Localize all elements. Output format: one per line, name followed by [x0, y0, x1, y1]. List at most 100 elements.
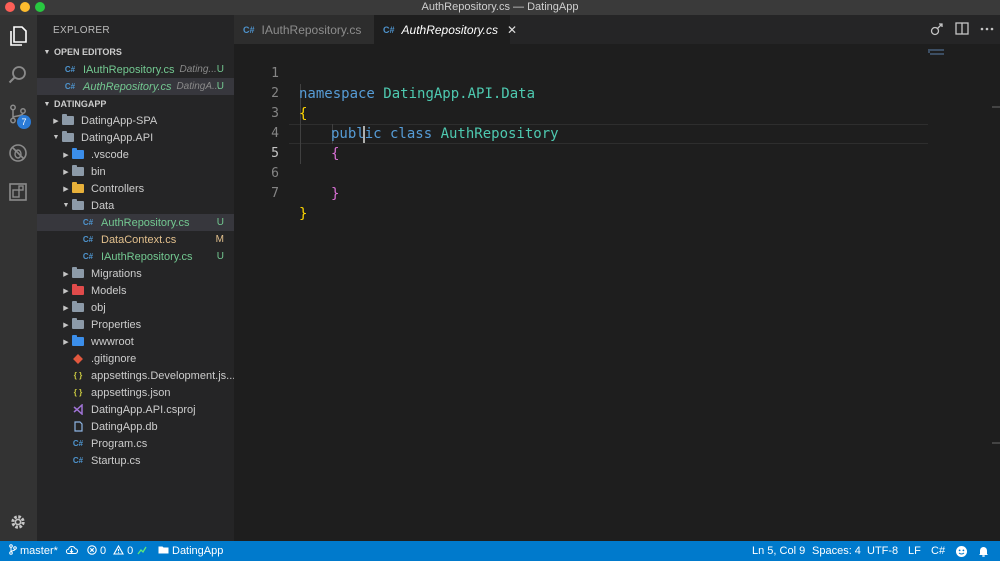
code-line: 5: [234, 124, 928, 161]
editor-scrollbar[interactable]: [990, 44, 1000, 541]
brace-token: }: [299, 206, 308, 222]
modified-badge: M: [215, 234, 224, 245]
notifications-bell-icon[interactable]: [978, 541, 989, 561]
chevron-right-icon: ▶: [63, 338, 69, 346]
open-editors-header[interactable]: ▼ OPEN EDITORS: [37, 44, 234, 60]
eol-selector[interactable]: LF: [908, 541, 921, 561]
untracked-badge: U: [216, 81, 224, 92]
pulse-icon: [137, 545, 147, 558]
feedback-icon[interactable]: [955, 541, 968, 561]
json-icon: { }: [73, 371, 83, 380]
folder-icon: [71, 165, 85, 178]
folder-icon: [61, 114, 75, 127]
error-icon: [87, 544, 97, 558]
line-number: 7: [271, 186, 279, 201]
untracked-badge: U: [216, 217, 224, 228]
wwwroot-folder-icon: [71, 335, 85, 348]
search-icon[interactable]: [7, 64, 29, 86]
csharp-file-icon: C#: [64, 65, 76, 74]
cloud-sync-icon: [65, 545, 78, 558]
models-folder-icon: [71, 284, 85, 297]
explorer-sidebar: EXPLORER ▼ OPEN EDITORS C# IAuthReposito…: [37, 15, 234, 541]
extensions-icon[interactable]: [7, 181, 29, 203]
untracked-badge: U: [216, 64, 224, 75]
tree-file-iauthrepository[interactable]: C# IAuthRepository.cs U: [37, 248, 234, 265]
tree-folder-data[interactable]: ▼ Data: [37, 197, 234, 214]
tree-file-authrepository[interactable]: C# AuthRepository.cs U: [37, 214, 234, 231]
tree-folder-models[interactable]: ▶ Models: [37, 282, 234, 299]
minimap[interactable]: [928, 44, 952, 55]
encoding-selector[interactable]: UTF-8: [867, 541, 898, 561]
chevron-right-icon: ▶: [63, 185, 69, 193]
tree-file-appsettings[interactable]: { } appsettings.json: [37, 384, 234, 401]
folder-icon: [71, 267, 85, 280]
chevron-right-icon: ▶: [63, 287, 69, 295]
activity-bar: 7: [0, 15, 37, 541]
tab-authrepository[interactable]: C# AuthRepository.cs ✕: [374, 15, 517, 44]
chevron-down-icon: ▼: [43, 48, 51, 56]
open-editor-item[interactable]: C# AuthRepository.cs DatingA... U: [37, 78, 234, 95]
folder-icon: [71, 301, 85, 314]
controllers-folder-icon: [71, 182, 85, 195]
csharp-file-icon: C#: [64, 82, 76, 91]
chevron-right-icon: ▶: [63, 270, 69, 278]
code-line: 7 }: [234, 164, 928, 222]
tree-file-program[interactable]: C# Program.cs: [37, 435, 234, 452]
git-branch-icon: [9, 544, 17, 558]
chevron-right-icon: ▶: [63, 151, 69, 159]
split-editor-icon[interactable]: [954, 21, 969, 36]
chevron-down-icon: ▼: [62, 202, 70, 209]
activity-indicator[interactable]: [137, 541, 147, 561]
open-editor-item[interactable]: C# IAuthRepository.cs Dating... U: [37, 61, 234, 78]
folder-icon: [71, 318, 85, 331]
open-changes-icon[interactable]: [929, 21, 944, 36]
gear-icon[interactable]: [7, 511, 29, 533]
tree-folder-controllers[interactable]: ▶ Controllers: [37, 180, 234, 197]
cursor-position[interactable]: Ln 5, Col 9: [752, 541, 805, 561]
tree-folder-bin[interactable]: ▶ bin: [37, 163, 234, 180]
csharp-file-icon: C#: [82, 218, 94, 227]
sync-button[interactable]: [65, 541, 78, 561]
tree-folder-datingapp-spa[interactable]: ▶ DatingApp-SPA: [37, 112, 234, 129]
folder-indicator[interactable]: DatingApp: [158, 541, 223, 561]
explorer-icon[interactable]: [7, 25, 29, 47]
csharp-file-icon: C#: [82, 252, 94, 261]
editor-actions: [929, 21, 994, 36]
tree-folder-obj[interactable]: ▶ obj: [37, 299, 234, 316]
project-header[interactable]: ▼ DATINGAPP: [37, 96, 234, 112]
tab-iauthrepository[interactable]: C# IAuthRepository.cs: [234, 15, 374, 44]
warning-icon: [113, 544, 125, 558]
indentation-selector[interactable]: Spaces: 4: [812, 541, 861, 561]
problems-indicator[interactable]: 0 0: [87, 541, 133, 561]
language-mode-selector[interactable]: C#: [931, 541, 945, 561]
tree-folder-wwwroot[interactable]: ▶ wwwroot: [37, 333, 234, 350]
tree-file-db[interactable]: DatingApp.db: [37, 418, 234, 435]
tree-folder-properties[interactable]: ▶ Properties: [37, 316, 234, 333]
chevron-right-icon: ▶: [63, 304, 69, 312]
code-line: 3 public class AuthRepository: [234, 84, 928, 142]
window-title: AuthRepository.cs — DatingApp: [421, 1, 579, 13]
chevron-down-icon: ▼: [43, 100, 51, 108]
code-line: 6 }: [234, 144, 928, 202]
folder-open-icon: [71, 199, 85, 212]
debug-icon[interactable]: [7, 142, 29, 164]
scm-badge: 7: [17, 115, 31, 129]
tree-file-startup[interactable]: C# Startup.cs: [37, 452, 234, 469]
visual-studio-icon: [71, 404, 85, 416]
chevron-down-icon: ▼: [52, 134, 60, 141]
tree-file-datacontext[interactable]: C# DataContext.cs M: [37, 231, 234, 248]
tree-folder-datingapp-api[interactable]: ▼ DatingApp.API: [37, 129, 234, 146]
more-actions-icon[interactable]: [979, 21, 994, 36]
branch-indicator[interactable]: master*: [9, 541, 58, 561]
code-editor[interactable]: 1 namespace DatingApp.API.Data 2 { 3 pub…: [234, 44, 1000, 541]
tree-file-csproj[interactable]: DatingApp.API.csproj: [37, 401, 234, 418]
csharp-file-icon: C#: [243, 24, 255, 35]
tree-folder-migrations[interactable]: ▶ Migrations: [37, 265, 234, 282]
close-icon[interactable]: ✕: [507, 23, 517, 37]
csharp-file-icon: C#: [72, 439, 84, 448]
text-cursor: [363, 126, 365, 143]
editor-tab-bar: C# IAuthRepository.cs C# AuthRepository.…: [234, 15, 1000, 44]
tree-file-appsettings-dev[interactable]: { } appsettings.Development.js...: [37, 367, 234, 384]
tree-file-gitignore[interactable]: .gitignore: [37, 350, 234, 367]
tree-folder-vscode[interactable]: ▶ .vscode: [37, 146, 234, 163]
